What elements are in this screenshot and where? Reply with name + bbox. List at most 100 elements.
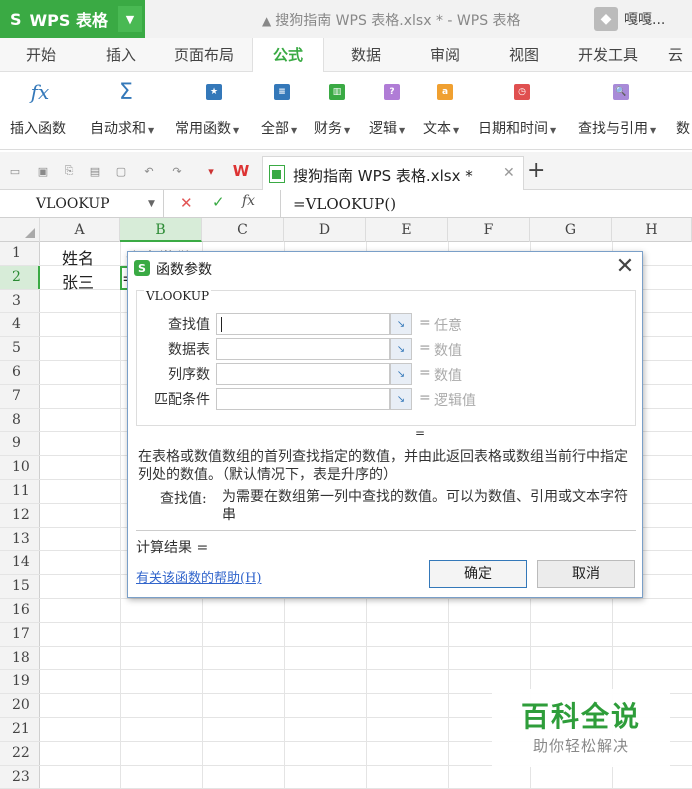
redo-icon[interactable]: ↷ — [170, 164, 184, 178]
finance-icon: ▥ — [328, 82, 346, 102]
text-functions-button[interactable]: a 文本 ▼ — [421, 72, 475, 150]
tab-formula[interactable]: 公式 — [252, 38, 325, 73]
function-description: 在表格或数值数组的首列查找指定的数值，并由此返回表格或数组当前行中指定列处的数值… — [138, 449, 628, 483]
tab-home[interactable]: 开始 — [26, 38, 56, 72]
open-folder-icon[interactable]: ▭ — [8, 164, 22, 178]
function-arguments-dialog: S 函数参数 ✕ VLOOKUP 查找值 ↘ = 任意 数据表 ↘ = 数值 列… — [127, 251, 643, 598]
fx-icon[interactable]: fx — [242, 193, 255, 209]
row-header[interactable]: 8 — [0, 408, 40, 432]
range-picker-icon[interactable]: ↘ — [390, 363, 412, 385]
undo-icon[interactable]: ↶ — [142, 164, 156, 178]
app-dropdown-icon[interactable]: ▼ — [118, 6, 142, 32]
col-index-input[interactable] — [216, 363, 390, 385]
table-row: 23 — [0, 765, 692, 789]
name-box[interactable]: VLOOKUP ▼ — [0, 190, 164, 218]
row-header[interactable]: 3 — [0, 289, 40, 313]
lookup-value-input[interactable] — [216, 313, 390, 335]
finance-functions-button[interactable]: ▥ 财务 ▼ — [312, 72, 366, 150]
logic-functions-button[interactable]: ? 逻辑 ▼ — [367, 72, 419, 150]
range-picker-icon[interactable]: ↘ — [390, 338, 412, 360]
row-header[interactable]: 6 — [0, 361, 40, 384]
table-array-input[interactable] — [216, 338, 390, 360]
row-header[interactable]: 15 — [0, 575, 40, 598]
lookup-functions-button[interactable]: 🔍 查找与引用 ▼ — [576, 72, 668, 150]
math-functions-button[interactable]: 数 — [672, 72, 692, 150]
tab-insert[interactable]: 插入 — [106, 38, 136, 72]
user-account[interactable]: ◆ 嘎嘎... — [594, 7, 665, 31]
cancel-button[interactable]: 取消 — [537, 560, 635, 588]
chevron-down-icon[interactable]: ▼ — [148, 190, 155, 218]
cell-a2[interactable]: 张三 — [62, 269, 94, 293]
row-header[interactable]: 12 — [0, 503, 40, 527]
chevron-down-icon: ▼ — [453, 126, 460, 135]
row-header[interactable]: 5 — [0, 337, 40, 360]
cancel-formula-icon[interactable]: ✕ — [180, 194, 193, 212]
row-header[interactable]: 22 — [0, 741, 40, 765]
row-header[interactable]: 13 — [0, 527, 40, 551]
row-header[interactable]: 19 — [0, 670, 40, 694]
tab-review[interactable]: 审阅 — [430, 38, 460, 72]
column-header[interactable]: D — [284, 218, 366, 242]
insert-function-button[interactable]: fx 插入函数 — [0, 72, 78, 150]
dialog-title-bar[interactable]: S 函数参数 ✕ — [128, 252, 642, 284]
table-row: 18 — [0, 646, 692, 671]
row-header[interactable]: 14 — [0, 551, 40, 575]
range-picker-icon[interactable]: ↘ — [390, 313, 412, 335]
close-icon[interactable]: ✕ — [612, 254, 638, 280]
new-tab-icon[interactable]: + — [527, 158, 545, 183]
formula-bar: VLOOKUP ▼ ✕ ✓ fx =VLOOKUP() — [0, 190, 692, 218]
tab-view[interactable]: 视图 — [509, 38, 539, 72]
app-menu-button[interactable]: S WPS 表格 ▼ — [0, 0, 145, 38]
wps-logo-icon: S — [10, 9, 22, 29]
column-header[interactable]: F — [448, 218, 530, 242]
tab-data[interactable]: 数据 — [351, 38, 381, 72]
row-header[interactable]: 7 — [0, 384, 40, 408]
column-header[interactable]: G — [530, 218, 612, 242]
row-header[interactable]: 11 — [0, 480, 40, 503]
wps-home-icon[interactable]: W — [233, 162, 250, 180]
column-header[interactable]: A — [40, 218, 120, 242]
list-icon: ≡ — [273, 82, 291, 102]
app-name: WPS 表格 — [29, 11, 109, 30]
document-tab[interactable]: 搜狗指南 WPS 表格.xlsx * ✕ — [262, 156, 524, 190]
tab-page-layout[interactable]: 页面布局 — [174, 38, 234, 72]
row-header[interactable]: 9 — [0, 432, 40, 456]
save-icon[interactable]: ▣ — [36, 164, 50, 178]
row-header[interactable]: 17 — [0, 622, 40, 646]
formula-input[interactable]: =VLOOKUP() — [280, 190, 692, 218]
column-header[interactable]: E — [366, 218, 448, 242]
arg-type: 数值 — [434, 343, 462, 359]
column-header-bar: A B C D E F G H — [0, 218, 692, 242]
column-header[interactable]: B — [120, 218, 202, 242]
tab-cloud[interactable]: 云服 — [668, 38, 692, 98]
confirm-formula-icon[interactable]: ✓ — [212, 193, 225, 211]
range-lookup-input[interactable] — [216, 388, 390, 410]
arg-type: 任意 — [434, 318, 462, 334]
row-header[interactable]: 20 — [0, 694, 40, 717]
all-functions-button[interactable]: ≡ 全部 ▼ — [259, 72, 309, 150]
row-header[interactable]: 21 — [0, 718, 40, 741]
customize-toolbar-icon[interactable]: ▾ — [204, 164, 218, 178]
help-link[interactable]: 有关该函数的帮助(H) — [136, 567, 261, 586]
row-header[interactable]: 1 — [0, 242, 40, 265]
range-picker-icon[interactable]: ↘ — [390, 388, 412, 410]
row-header[interactable]: 16 — [0, 599, 40, 622]
column-header[interactable]: H — [612, 218, 692, 242]
autosum-button[interactable]: Σ 自动求和 ▼ — [88, 72, 168, 150]
print-preview-icon[interactable]: ▢ — [114, 164, 128, 178]
row-header[interactable]: 18 — [0, 646, 40, 670]
common-functions-button[interactable]: ★ 常用函数 ▼ — [172, 72, 256, 150]
ok-button[interactable]: 确定 — [429, 560, 527, 588]
datetime-functions-button[interactable]: ◷ 日期和时间 ▼ — [476, 72, 568, 150]
row-header[interactable]: 4 — [0, 313, 40, 337]
tab-developer[interactable]: 开发工具 — [578, 38, 638, 72]
row-header[interactable]: 10 — [0, 456, 40, 479]
row-header[interactable]: 23 — [0, 765, 40, 789]
cell-a1[interactable]: 姓名 — [62, 245, 94, 269]
print-icon[interactable]: ▤ — [88, 164, 102, 178]
export-icon[interactable]: ⎘ — [62, 164, 76, 178]
column-header[interactable]: C — [202, 218, 284, 242]
close-tab-icon[interactable]: ✕ — [503, 165, 515, 181]
select-all-corner[interactable] — [0, 218, 40, 242]
row-header[interactable]: 2 — [0, 265, 40, 289]
